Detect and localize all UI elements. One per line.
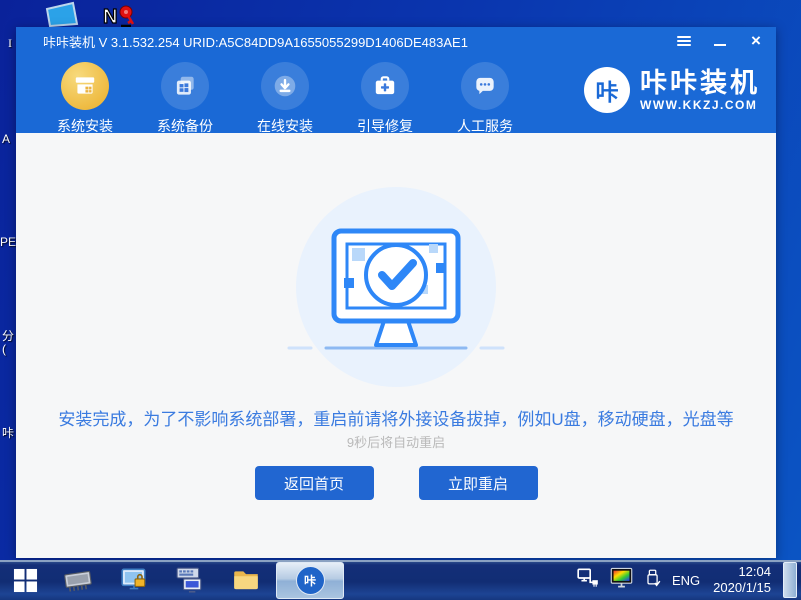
clock-time: 12:04	[738, 564, 771, 580]
download-icon	[261, 62, 309, 110]
taskbar-folder-icon[interactable]	[218, 560, 274, 600]
desktop-label-fragment: A	[2, 132, 10, 146]
taskbar-clock[interactable]: 12:04 2020/1/15	[709, 564, 771, 597]
restart-countdown: 9秒后将自动重启	[16, 432, 776, 451]
close-button[interactable]: ×	[748, 33, 764, 49]
usb-device-icon[interactable]	[643, 568, 663, 593]
nav-item-system-backup[interactable]: 系统备份	[135, 62, 235, 136]
repair-kit-icon	[361, 62, 409, 110]
brand-url: WWW.KKZJ.COM	[640, 99, 760, 112]
hamburger-icon	[677, 36, 691, 46]
close-icon: ×	[751, 33, 761, 49]
install-complete-illustration	[281, 175, 511, 405]
system-tray: ENG 12:04 2020/1/15	[576, 562, 801, 598]
main-content: 安装完成，为了不影响系统部署，重启前请将外接设备拔掉，例如U盘，移动硬盘，光盘等…	[16, 133, 776, 558]
taskbar-memory-chip-icon[interactable]	[50, 560, 106, 600]
completion-message: 安装完成，为了不影响系统部署，重启前请将外接设备拔掉，例如U盘，移动硬盘，光盘等	[16, 405, 776, 430]
nav-item-online-install[interactable]: 在线安装	[235, 62, 335, 136]
kaka-app-icon: 咔	[296, 566, 325, 595]
windows-logo-icon	[13, 568, 38, 593]
titlebar-controls: ×	[676, 33, 764, 49]
brand-badge-icon: 咔	[584, 67, 630, 113]
minimize-button[interactable]	[712, 33, 728, 49]
nav-bar: 系统安装 系统备份	[16, 55, 776, 133]
menu-icon[interactable]	[676, 33, 692, 49]
network-icon[interactable]	[576, 566, 600, 595]
taskbar: 咔	[0, 560, 801, 600]
n-shortcut-letter: N	[103, 6, 117, 28]
chat-icon	[461, 62, 509, 110]
minimize-icon	[714, 44, 726, 46]
restart-now-button[interactable]: 立即重启	[419, 466, 538, 500]
taskbar-computer-keyboard-icon[interactable]	[162, 560, 218, 600]
brand-logo: 咔 咔咔装机 WWW.KKZJ.COM	[584, 55, 776, 113]
desktop-label-fragment: 咔	[2, 424, 14, 441]
clock-date: 2020/1/15	[713, 580, 771, 596]
brand-texts: 咔咔装机 WWW.KKZJ.COM	[640, 69, 760, 112]
desktop-label-fragment: PE	[0, 235, 16, 249]
install-box-icon	[61, 62, 109, 110]
nav-item-boot-repair[interactable]: 引导修复	[335, 62, 435, 136]
backup-icon	[161, 62, 209, 110]
window-titlebar[interactable]: 咔咔装机 V 3.1.532.254 URID:A5C84DD9A1655055…	[16, 27, 776, 55]
taskbar-monitor-lock-icon[interactable]	[106, 560, 162, 600]
nav-item-manual-service[interactable]: 人工服务	[435, 62, 535, 136]
display-settings-icon[interactable]	[609, 565, 634, 595]
desktop-label-fragment: (	[2, 342, 6, 356]
brand-name: 咔咔装机	[640, 69, 760, 97]
show-desktop-button[interactable]	[783, 562, 797, 598]
desktop: N I A PE 分 ( 咔 咔咔装机 V 3.1.532.254 URID:A…	[0, 0, 801, 600]
action-buttons: 返回首页 立即重启	[16, 466, 776, 500]
desktop-label-fragment: I	[8, 36, 12, 51]
language-indicator[interactable]: ENG	[672, 573, 700, 588]
return-home-button[interactable]: 返回首页	[255, 466, 374, 500]
nav-item-system-install[interactable]: 系统安装	[35, 62, 135, 136]
app-window: 咔咔装机 V 3.1.532.254 URID:A5C84DD9A1655055…	[16, 27, 776, 558]
window-title: 咔咔装机 V 3.1.532.254 URID:A5C84DD9A1655055…	[43, 32, 468, 51]
monitor-check-icon	[281, 175, 511, 400]
taskbar-kaka-app-button[interactable]: 咔	[276, 562, 344, 599]
start-button[interactable]	[0, 560, 50, 600]
